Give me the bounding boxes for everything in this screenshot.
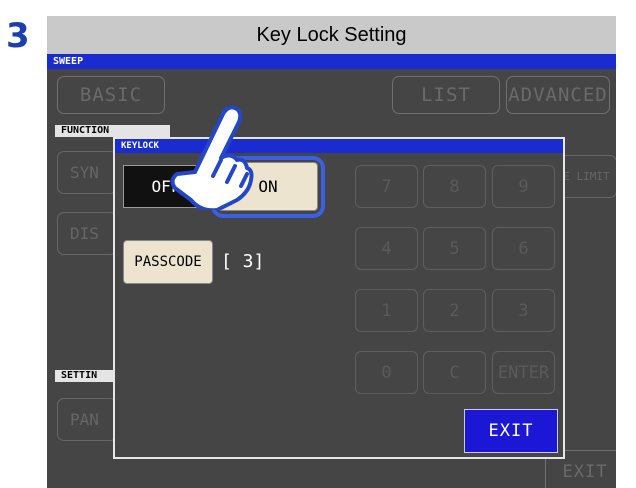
setting-section-label: SETTIN: [55, 370, 120, 382]
key-0[interactable]: 0: [355, 351, 418, 394]
passcode-button[interactable]: PASSCODE: [123, 240, 213, 284]
syn-button[interactable]: SYN: [57, 151, 117, 194]
dis-button[interactable]: DIS: [57, 212, 117, 255]
pointing-hand-icon: [170, 105, 254, 210]
tab-list[interactable]: LIST: [392, 76, 500, 114]
key-2[interactable]: 2: [423, 289, 486, 332]
key-7[interactable]: 7: [355, 165, 418, 208]
dialog-exit-button[interactable]: EXIT: [464, 409, 558, 453]
page-title: Key Lock Setting: [47, 16, 616, 54]
passcode-value: [ 3]: [221, 251, 265, 272]
tab-basic[interactable]: BASIC: [57, 76, 165, 114]
key-5[interactable]: 5: [423, 227, 486, 270]
sweep-header: SWEEP: [47, 54, 616, 69]
key-6[interactable]: 6: [492, 227, 555, 270]
function-section-label: FUNCTION: [55, 125, 170, 137]
step-number: 3: [6, 16, 30, 56]
instrument-screen: SWEEP BASIC LIST ADVANCED FUNCTION SYN D…: [47, 54, 616, 488]
key-3[interactable]: 3: [492, 289, 555, 332]
key-1[interactable]: 1: [355, 289, 418, 332]
key-clear[interactable]: C: [423, 351, 486, 394]
key-4[interactable]: 4: [355, 227, 418, 270]
key-8[interactable]: 8: [423, 165, 486, 208]
key-9[interactable]: 9: [492, 165, 555, 208]
key-enter[interactable]: ENTER: [492, 351, 555, 394]
pan-button[interactable]: PAN: [57, 398, 117, 441]
tab-advanced[interactable]: ADVANCED: [506, 76, 610, 114]
